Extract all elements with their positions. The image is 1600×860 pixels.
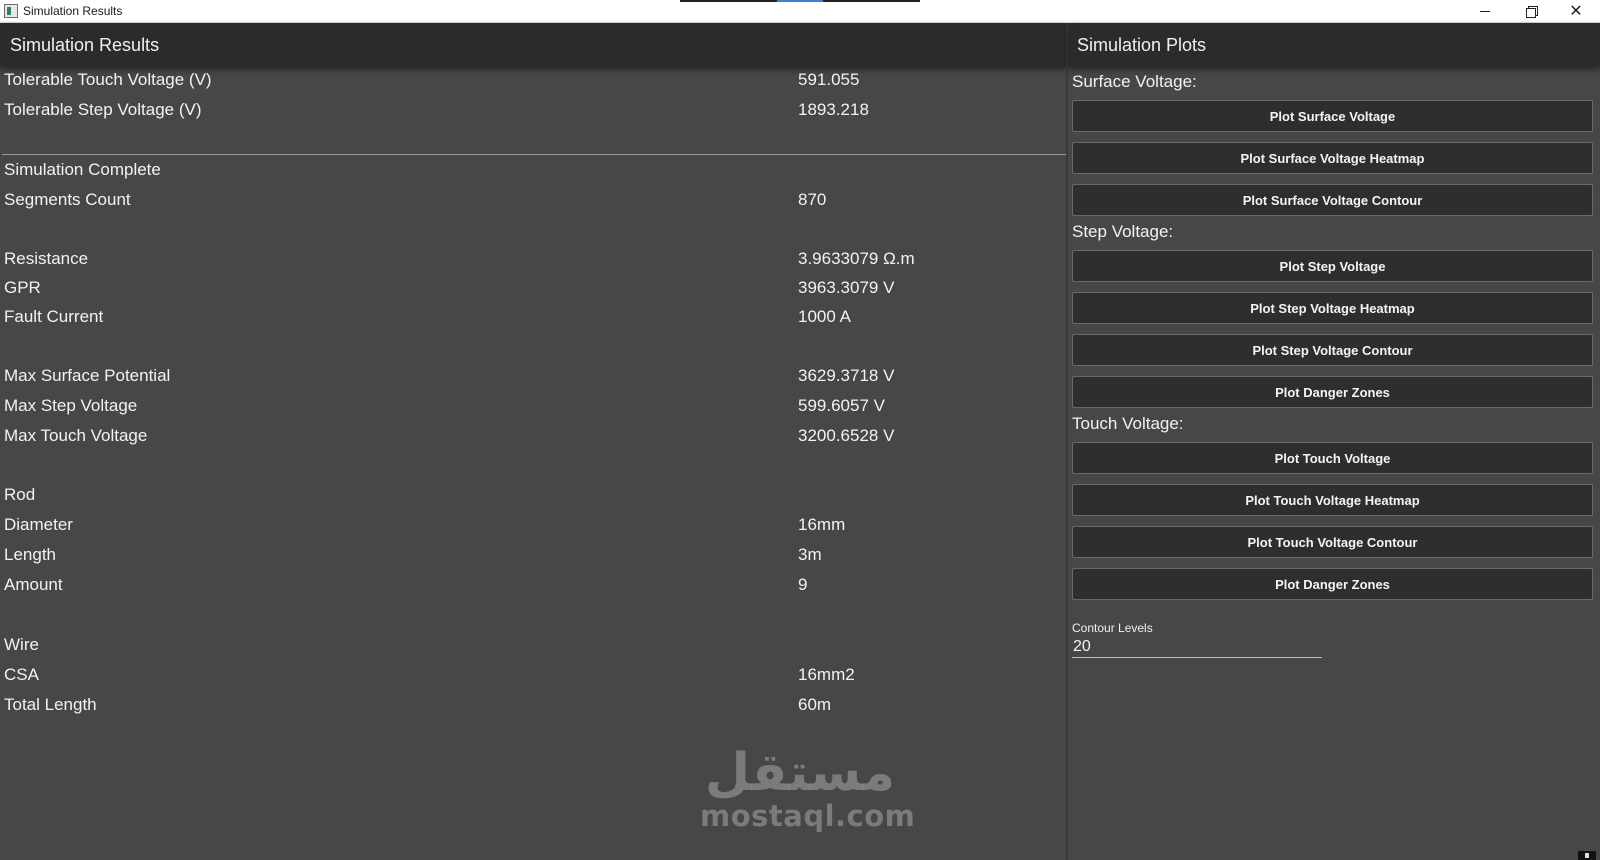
close-icon: ✕ (1569, 1, 1583, 20)
result-label: Total Length (4, 695, 97, 714)
result-label: Diameter (4, 515, 73, 534)
result-value: 599.6057 V (798, 396, 885, 415)
plot-step-voltage-heatmap-button[interactable]: Plot Step Voltage Heatmap (1072, 292, 1593, 324)
result-label: Resistance (4, 249, 89, 268)
restore-button[interactable] (1508, 0, 1554, 22)
simulation-status: Simulation Complete (4, 160, 161, 179)
step-voltage-section-label: Step Voltage: (1072, 222, 1174, 241)
plot-touch-voltage-heatmap-button[interactable]: Plot Touch Voltage Heatmap (1072, 484, 1593, 516)
contour-levels-input[interactable] (1072, 636, 1322, 658)
result-value: 3963.3079 V (798, 278, 895, 297)
app-icon (4, 4, 18, 18)
plot-touch-voltage-button[interactable]: Plot Touch Voltage (1072, 442, 1593, 474)
minimize-icon (1480, 10, 1490, 12)
plot-surface-voltage-button[interactable]: Plot Surface Voltage (1072, 100, 1593, 132)
result-label: Max Surface Potential (4, 366, 171, 385)
surface-voltage-section-label: Surface Voltage: (1072, 72, 1197, 91)
restore-icon (1526, 6, 1538, 18)
section-divider (2, 154, 1066, 155)
result-value: 3m (798, 545, 822, 564)
result-label: CSA (4, 665, 39, 684)
result-value: 591.055 (798, 70, 860, 89)
plot-surface-voltage-heatmap-button[interactable]: Plot Surface Voltage Heatmap (1072, 142, 1593, 174)
watermark-arabic: مستقل (704, 743, 896, 803)
watermark-latin: mostaql.com (700, 799, 916, 833)
result-label: Amount (4, 575, 63, 594)
result-label: Max Step Voltage (4, 396, 138, 415)
plot-step-voltage-contour-button[interactable]: Plot Step Voltage Contour (1072, 334, 1593, 366)
result-label: Tolerable Step Voltage (V) (4, 100, 202, 119)
plots-panel: Simulation Plots Surface Voltage: Plot S… (1068, 23, 1600, 860)
result-label: Tolerable Touch Voltage (V) (4, 70, 212, 89)
result-value: 3629.3718 V (798, 366, 895, 385)
result-label: Segments Count (4, 190, 131, 209)
result-value: 1893.218 (798, 100, 869, 119)
result-label: Max Touch Voltage (4, 426, 148, 445)
result-value: 870 (798, 190, 827, 209)
results-panel: Simulation Results Tolerable Touch Volta… (0, 23, 1066, 860)
rod-section-title: Rod (4, 485, 36, 504)
result-value: 16mm2 (798, 665, 855, 684)
result-value: 60m (798, 695, 832, 714)
result-label: GPR (4, 278, 41, 297)
result-label: Length (4, 545, 56, 564)
window-title-bar: Simulation Results ✕ (0, 0, 1600, 23)
plots-header: Simulation Plots (1068, 23, 1600, 67)
result-value: 3200.6528 V (798, 426, 895, 445)
plot-touch-voltage-contour-button[interactable]: Plot Touch Voltage Contour (1072, 526, 1593, 558)
result-label: Fault Current (4, 307, 104, 326)
result-value: 3.9633079 Ω.m (798, 249, 915, 268)
touch-voltage-section-label: Touch Voltage: (1072, 414, 1184, 433)
plot-touch-danger-zones-button[interactable]: Plot Danger Zones (1072, 568, 1593, 600)
minimize-button[interactable] (1462, 0, 1508, 22)
results-header: Simulation Results (0, 23, 1066, 67)
result-value: 16mm (798, 515, 846, 534)
watermark-logo: مستقل mostaql.com (700, 743, 916, 833)
resize-grip-icon[interactable] (1578, 851, 1596, 860)
contour-levels-label: Contour Levels (1072, 621, 1153, 635)
wire-section-title: Wire (4, 635, 39, 654)
close-button[interactable]: ✕ (1553, 0, 1599, 22)
result-value: 1000 A (798, 307, 851, 326)
result-value: 9 (798, 575, 808, 594)
window-title: Simulation Results (23, 4, 123, 18)
plot-surface-voltage-contour-button[interactable]: Plot Surface Voltage Contour (1072, 184, 1593, 216)
plot-step-danger-zones-button[interactable]: Plot Danger Zones (1072, 376, 1593, 408)
title-focus-indicator (680, 0, 920, 2)
plot-step-voltage-button[interactable]: Plot Step Voltage (1072, 250, 1593, 282)
